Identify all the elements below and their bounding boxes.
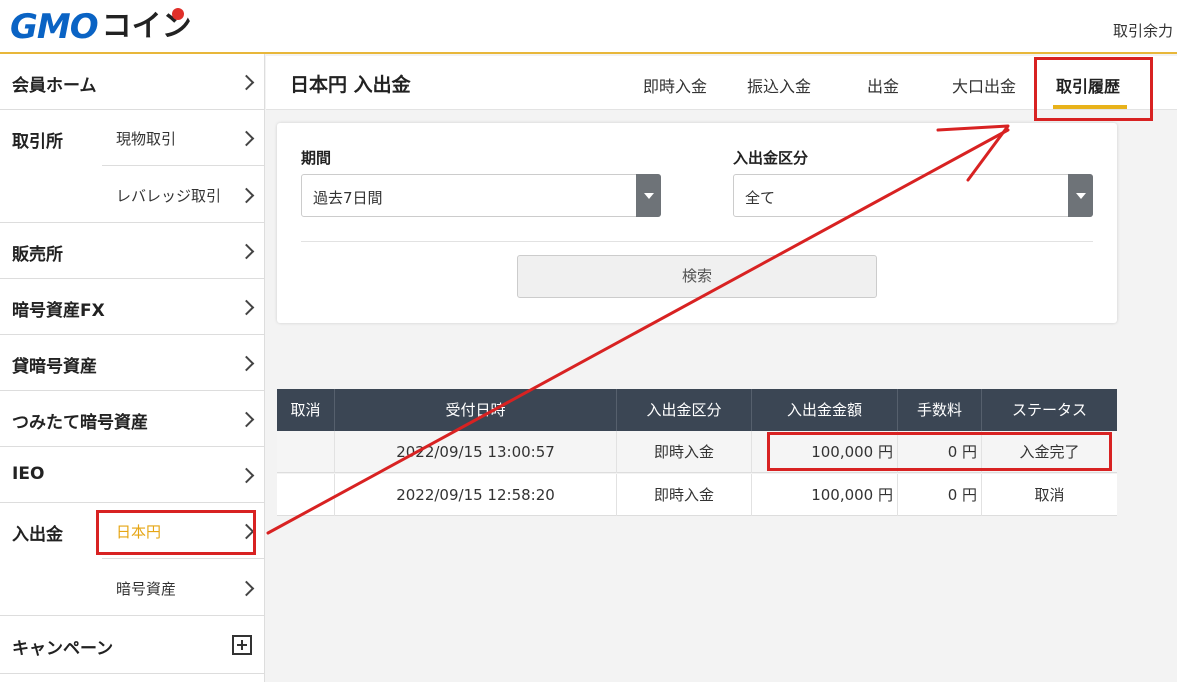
chevron-right-icon <box>238 411 255 428</box>
type-label: 入出金区分 <box>733 149 809 167</box>
col-header-cancel: 取消 <box>277 389 335 431</box>
table-row: 2022/09/15 12:58:20 即時入金 100,000 円 0 円 取… <box>277 474 1117 516</box>
sidebar-item-label: キャンペーン <box>12 639 114 659</box>
sidebar-group-label: 取引所 <box>12 132 63 152</box>
filter-panel: 期間 過去7日間 入出金区分 全て 検索 <box>277 123 1117 323</box>
search-button[interactable]: 検索 <box>517 255 877 298</box>
chevron-right-icon <box>238 299 255 316</box>
site-header: GMO コイン 取引余力 <box>0 0 1177 54</box>
cell-amount: 100,000 円 <box>752 474 898 516</box>
sidebar-item-label: IEO <box>12 464 45 484</box>
logo-gmo-text: GMO <box>10 7 99 47</box>
sidebar-item-campaign[interactable]: キャンペーン <box>0 616 264 674</box>
sidebar-item-sales[interactable]: 販売所 <box>0 223 264 279</box>
sidebar-item-label: 販売所 <box>12 245 63 265</box>
sidebar-item-lending[interactable]: 貸暗号資産 <box>0 335 264 391</box>
expand-plus-icon[interactable] <box>232 635 252 655</box>
tab-withdrawal[interactable]: 出金 <box>867 73 899 97</box>
chevron-right-icon <box>238 467 255 484</box>
period-select[interactable]: 過去7日間 <box>301 174 661 217</box>
sidebar-item-ieo[interactable]: IEO <box>0 447 264 503</box>
col-header-status: ステータス <box>1011 401 1087 419</box>
sidebar-group-exchange: 取引所 現物取引 レバレッジ取引 <box>0 110 264 223</box>
chevron-right-icon <box>238 355 255 372</box>
col-header-fee: 手数料 <box>898 389 982 431</box>
sidebar-item-label: レバレッジ取引 <box>116 187 222 205</box>
logo-coin-text: コイン <box>101 8 192 44</box>
sidebar-item-label: 貸暗号資産 <box>12 357 97 377</box>
col-header-amount: 入出金金額 <box>752 389 898 431</box>
sidebar-nav: 会員ホーム 取引所 現物取引 レバレッジ取引 販売所 暗号資産FX 貸暗号資産 … <box>0 54 265 682</box>
tab-bank-transfer-deposit[interactable]: 振込入金 <box>747 73 811 97</box>
panel-divider <box>301 241 1093 242</box>
sidebar-item-crypto[interactable]: 暗号資産 <box>102 560 264 616</box>
cell-cancel <box>277 431 335 473</box>
tab-large-withdrawal[interactable]: 大口出金 <box>952 73 1016 97</box>
chevron-right-icon <box>238 243 255 260</box>
cell-status: 取消 <box>1034 486 1065 504</box>
annotation-highlight-history-tab <box>1034 57 1153 121</box>
chevron-right-icon <box>238 130 255 147</box>
cell-type: 即時入金 <box>617 431 752 473</box>
chevron-right-icon <box>238 580 255 597</box>
page-title: 日本円 入出金 <box>290 74 411 96</box>
sidebar-group-label: 入出金 <box>12 525 63 545</box>
sidebar-item-label: つみたて暗号資産 <box>12 413 148 433</box>
period-select-value: 過去7日間 <box>313 189 383 207</box>
chevron-right-icon <box>238 187 255 204</box>
cell-type: 即時入金 <box>617 474 752 516</box>
sidebar-item-label: 暗号資産 <box>116 580 177 598</box>
sidebar-item-member-home[interactable]: 会員ホーム <box>0 54 264 110</box>
annotation-highlight-completed-row <box>767 432 1112 471</box>
type-select[interactable]: 全て <box>733 174 1093 217</box>
type-select-value: 全て <box>745 189 776 207</box>
logo-dot-icon <box>171 8 184 20</box>
tab-instant-deposit[interactable]: 即時入金 <box>643 73 707 97</box>
sidebar-item-spot-trading[interactable]: 現物取引 <box>102 110 264 166</box>
annotation-highlight-jpy <box>96 510 256 555</box>
sidebar-item-accumulate[interactable]: つみたて暗号資産 <box>0 391 264 447</box>
trading-capacity-link[interactable]: 取引余力 <box>1113 20 1173 41</box>
period-label: 期間 <box>301 149 332 167</box>
dropdown-arrow-icon[interactable] <box>636 174 661 217</box>
table-header: 取消 受付日時 入出金区分 入出金金額 手数料 ステータス <box>277 389 1117 431</box>
chevron-right-icon <box>238 74 255 91</box>
col-header-datetime: 受付日時 <box>335 389 617 431</box>
sidebar-item-crypto-fx[interactable]: 暗号資産FX <box>0 279 264 335</box>
sidebar-item-leverage-trading[interactable]: レバレッジ取引 <box>102 167 264 223</box>
cell-fee: 0 円 <box>898 474 982 516</box>
col-header-type: 入出金区分 <box>617 389 752 431</box>
gmo-coin-logo[interactable]: GMO コイン <box>10 7 192 47</box>
sidebar-item-label: 会員ホーム <box>12 76 97 96</box>
cell-cancel <box>277 474 335 516</box>
sidebar-item-label: 現物取引 <box>116 130 177 148</box>
dropdown-arrow-icon[interactable] <box>1068 174 1093 217</box>
cell-datetime: 2022/09/15 12:58:20 <box>335 474 617 516</box>
sidebar-item-label: 暗号資産FX <box>12 301 105 321</box>
cell-datetime: 2022/09/15 13:00:57 <box>335 431 617 473</box>
